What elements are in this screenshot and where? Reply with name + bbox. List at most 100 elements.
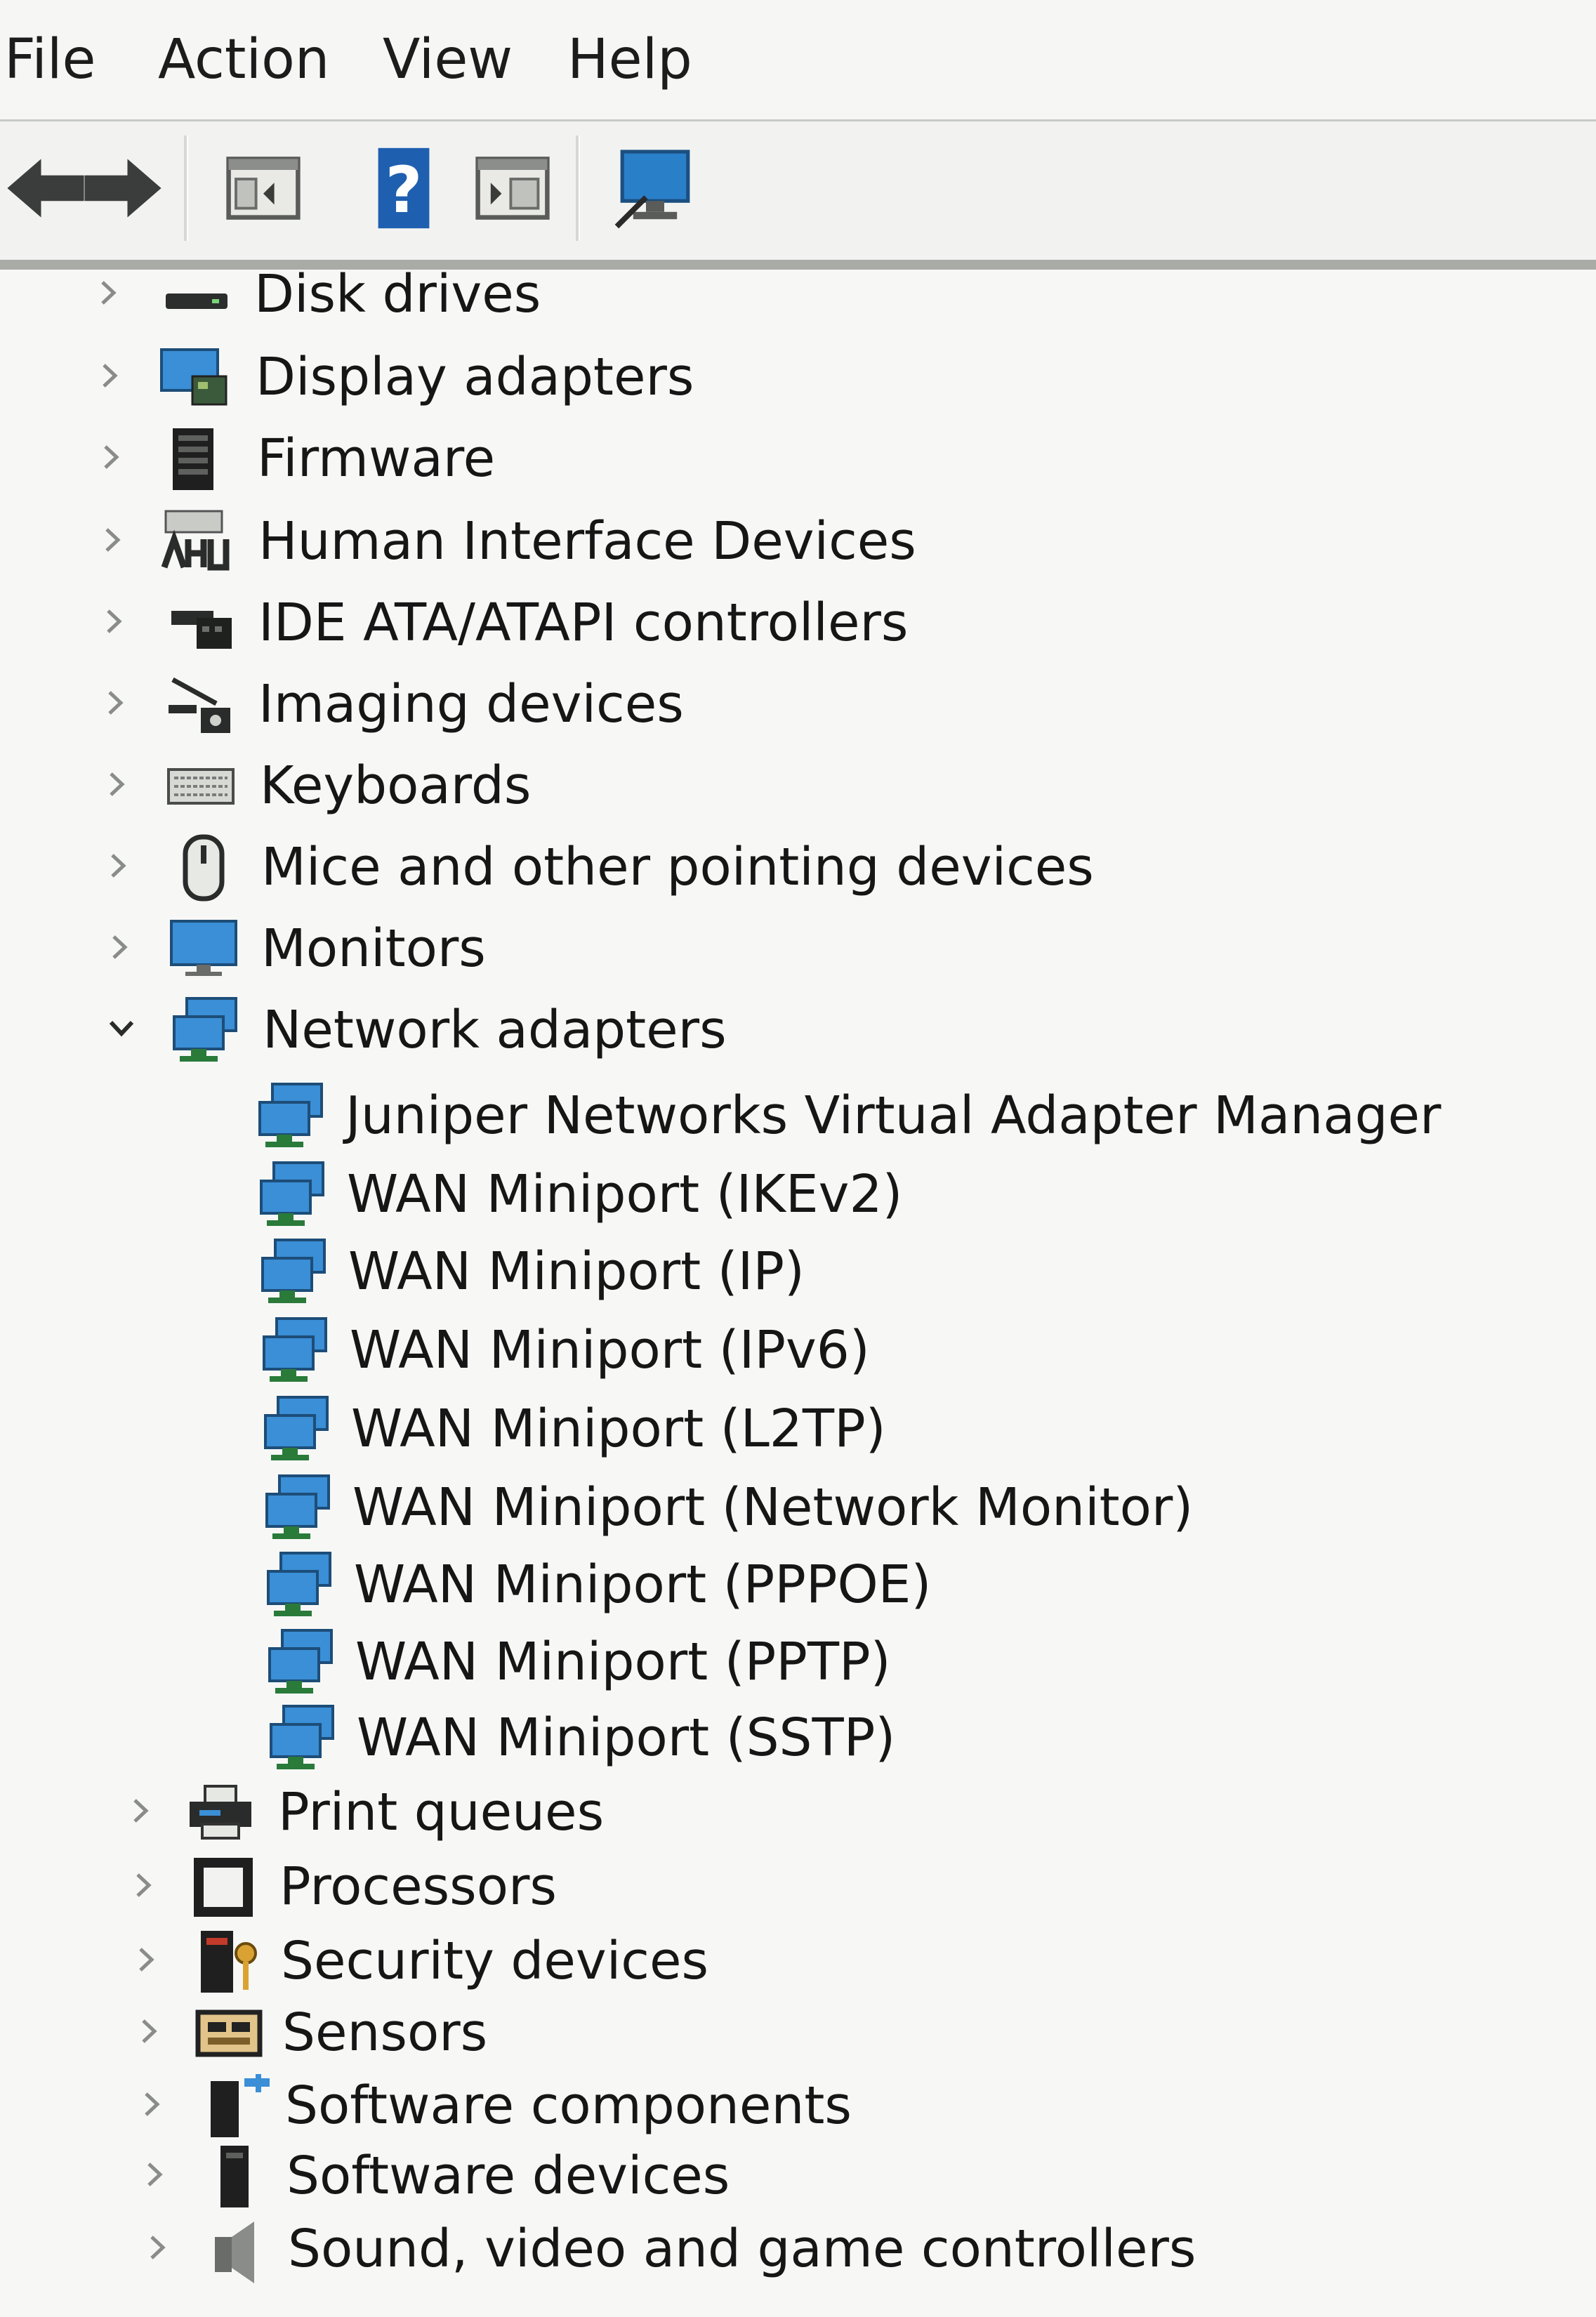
chevron-right-icon[interactable] xyxy=(126,1868,161,1903)
tree-item-keyboards[interactable]: Keyboards xyxy=(0,747,1596,824)
mouse-icon xyxy=(169,834,239,902)
network-adapter-icon xyxy=(256,1083,326,1150)
network-adapter-icon xyxy=(261,1396,331,1463)
tree-item-network-adapters[interactable]: Network adapters xyxy=(0,991,1596,1069)
printer-icon xyxy=(185,1779,256,1847)
tree-item-processors[interactable]: Processors xyxy=(0,1848,1596,1925)
tree-item-label: WAN Miniport (PPPOE) xyxy=(354,1554,932,1615)
network-adapter-icon xyxy=(263,1474,333,1542)
tree-child-network-adapter[interactable]: WAN Miniport (PPPOE) xyxy=(0,1546,1596,1623)
tree-item-label: Imaging devices xyxy=(258,674,684,734)
tree-child-network-adapter[interactable]: WAN Miniport (L2TP) xyxy=(0,1390,1596,1467)
device-tree: Disk drives Display adapters Firmware Hu… xyxy=(0,264,1596,2317)
tree-child-network-adapter[interactable]: WAN Miniport (IKEv2) xyxy=(0,1156,1596,1233)
tree-item-monitors[interactable]: Monitors xyxy=(0,910,1596,987)
network-adapter-icon xyxy=(257,1161,327,1229)
tree-child-network-adapter[interactable]: WAN Miniport (SSTP) xyxy=(0,1699,1596,1776)
tree-item-label: WAN Miniport (IP) xyxy=(348,1241,805,1302)
chevron-right-icon[interactable] xyxy=(97,604,132,639)
chevron-right-icon[interactable] xyxy=(138,2157,173,2192)
tree-item-disk-drives[interactable]: Disk drives xyxy=(0,256,1596,333)
toolbar-separator xyxy=(576,136,580,241)
tree-item-imaging-devices[interactable]: Imaging devices xyxy=(0,666,1596,743)
network-adapter-icon xyxy=(260,1317,330,1385)
tree-item-label: Sound, video and game controllers xyxy=(288,2219,1196,2279)
chevron-right-icon[interactable] xyxy=(94,440,129,475)
tree-item-sensors[interactable]: Sensors xyxy=(0,1994,1596,2071)
help-icon[interactable]: ? xyxy=(358,143,449,234)
tree-item-label: Display adapters xyxy=(256,347,694,407)
firmware-icon xyxy=(163,425,233,493)
chevron-right-icon[interactable] xyxy=(129,1942,164,1977)
chevron-right-icon[interactable] xyxy=(93,358,128,393)
tree-child-network-adapter[interactable]: WAN Miniport (PPTP) xyxy=(0,1623,1596,1701)
tree-child-network-adapter[interactable]: Juniper Networks Virtual Adapter Manager xyxy=(0,1077,1596,1154)
tree-item-mice[interactable]: Mice and other pointing devices xyxy=(0,829,1596,906)
sound-controller-icon xyxy=(205,2216,275,2283)
menu-help[interactable]: Help xyxy=(567,21,692,98)
tree-item-display-adapters[interactable]: Display adapters xyxy=(0,338,1596,416)
action-pane-icon[interactable] xyxy=(467,143,558,234)
tree-item-label: Disk drives xyxy=(254,264,541,324)
network-adapter-icon xyxy=(267,1705,337,1772)
tree-item-ide-ata-atapi-controllers[interactable]: IDE ATA/ATAPI controllers xyxy=(0,584,1596,661)
tree-item-label: Sensors xyxy=(282,2002,488,2063)
tree-item-firmware[interactable]: Firmware xyxy=(0,420,1596,497)
sensor-icon xyxy=(194,2000,264,2067)
tree-item-label: Juniper Networks Virtual Adapter Manager xyxy=(345,1085,1442,1146)
menu-action[interactable]: Action xyxy=(158,21,329,98)
chevron-right-icon[interactable] xyxy=(135,2087,170,2122)
network-adapter-icon xyxy=(264,1552,334,1619)
tree-item-software-components[interactable]: Software components xyxy=(0,2067,1596,2144)
network-adapter-icon xyxy=(170,997,240,1064)
chevron-right-icon[interactable] xyxy=(100,767,135,802)
tree-item-label: WAN Miniport (L2TP) xyxy=(351,1399,886,1459)
toolbar: ? xyxy=(0,119,1596,262)
chevron-right-icon[interactable] xyxy=(124,1793,159,1828)
tree-item-label: IDE ATA/ATAPI controllers xyxy=(258,593,909,653)
tree-item-label: Mice and other pointing devices xyxy=(261,837,1094,897)
menu-view[interactable]: View xyxy=(383,21,513,98)
tree-item-print-queues[interactable]: Print queues xyxy=(0,1774,1596,1851)
imaging-device-icon xyxy=(166,671,236,739)
chevron-right-icon[interactable] xyxy=(103,930,138,965)
chevron-right-icon[interactable] xyxy=(91,275,126,310)
tree-child-network-adapter[interactable]: WAN Miniport (IPv6) xyxy=(0,1312,1596,1389)
software-component-icon xyxy=(202,2073,272,2140)
scan-hardware-monitor-icon[interactable] xyxy=(609,143,701,234)
tree-item-label: WAN Miniport (SSTP) xyxy=(357,1708,896,1768)
forward-icon[interactable] xyxy=(77,143,169,234)
menu-file[interactable]: File xyxy=(4,21,96,98)
toolbar-separator xyxy=(184,136,188,241)
tree-item-label: Keyboards xyxy=(260,755,532,816)
chevron-right-icon[interactable] xyxy=(132,2014,167,2049)
chevron-right-icon[interactable] xyxy=(98,685,133,720)
display-adapter-icon xyxy=(159,344,229,411)
chevron-right-icon[interactable] xyxy=(140,2230,176,2265)
tree-item-label: Processors xyxy=(279,1856,557,1917)
chevron-right-icon[interactable] xyxy=(101,848,136,883)
network-adapter-icon xyxy=(258,1239,329,1306)
svg-text:?: ? xyxy=(385,154,423,227)
tree-item-label: Software devices xyxy=(286,2146,730,2206)
tree-item-label: Print queues xyxy=(278,1782,605,1842)
network-adapter-icon xyxy=(265,1629,336,1696)
tree-item-label: Human Interface Devices xyxy=(258,511,916,572)
tree-item-label: Network adapters xyxy=(263,1000,727,1060)
tree-child-network-adapter[interactable]: WAN Miniport (Network Monitor) xyxy=(0,1469,1596,1546)
tree-item-label: Software components xyxy=(285,2075,852,2136)
tree-child-network-adapter[interactable]: WAN Miniport (IP) xyxy=(0,1233,1596,1310)
show-hide-console-tree-icon[interactable] xyxy=(218,143,309,234)
chevron-right-icon[interactable] xyxy=(95,522,131,557)
tree-item-software-devices[interactable]: Software devices xyxy=(0,2137,1596,2214)
tree-item-label: Monitors xyxy=(261,918,486,979)
tree-item-human-interface-devices[interactable]: Human Interface Devices xyxy=(0,503,1596,580)
monitor-icon xyxy=(169,916,239,983)
tree-item-label: WAN Miniport (Network Monitor) xyxy=(352,1477,1194,1538)
tree-item-security-devices[interactable]: Security devices xyxy=(0,1922,1596,2000)
tree-item-label: WAN Miniport (IPv6) xyxy=(350,1320,870,1380)
hid-icon xyxy=(160,508,230,576)
tree-item-sound-video-game-controllers[interactable]: Sound, video and game controllers xyxy=(0,2210,1596,2288)
ide-controller-icon xyxy=(166,590,236,657)
chevron-down-icon[interactable] xyxy=(104,1011,139,1046)
